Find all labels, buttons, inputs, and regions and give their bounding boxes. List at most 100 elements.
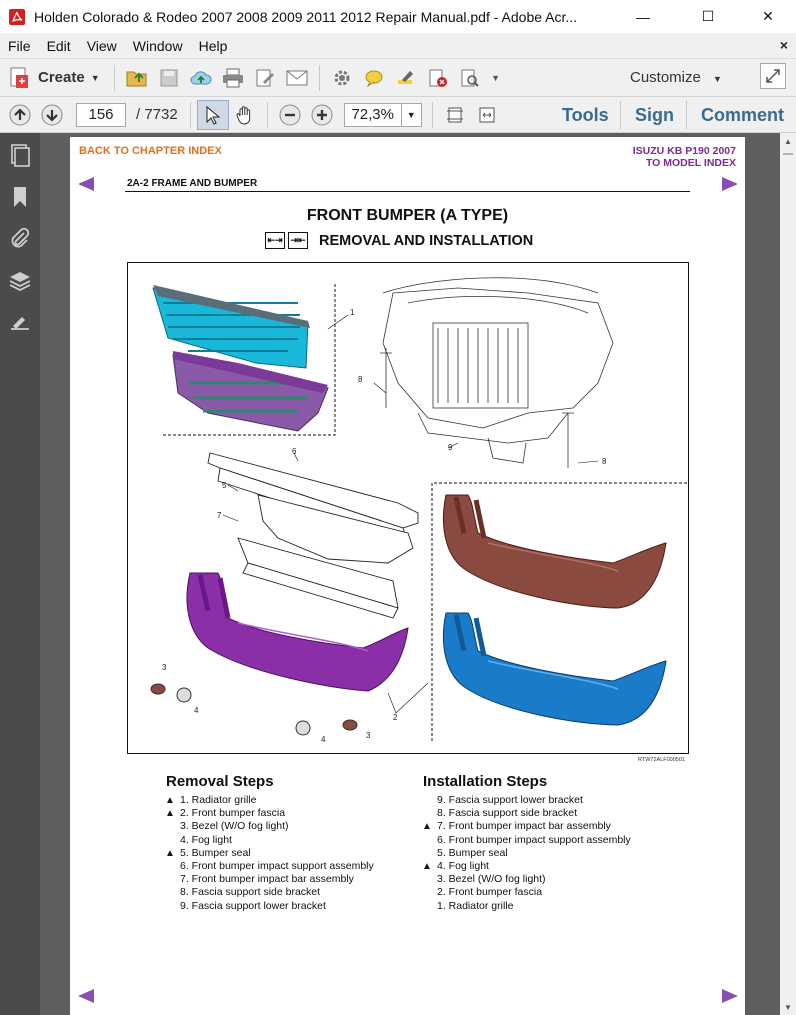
- fog-bezel-right: [342, 719, 358, 731]
- zoom-dropdown-button[interactable]: ▼: [401, 102, 422, 127]
- more-tools-icon[interactable]: ▼: [486, 63, 506, 93]
- edit-pdf-button[interactable]: [249, 63, 281, 93]
- main-toolbar: Create ▼ ▼ Customize ▼: [0, 59, 796, 97]
- pdf-page: BACK TO CHAPTER INDEX ISUZU KB P190 2007…: [70, 137, 745, 1015]
- remove-button[interactable]: [422, 63, 454, 93]
- page-number-input[interactable]: 156: [76, 102, 126, 127]
- hand-tool-button[interactable]: [229, 100, 261, 130]
- section-rule: [125, 191, 690, 192]
- page-subtitle-row: ⇤⇥ ⇥⇤ REMOVAL AND INSTALLATION: [265, 232, 533, 249]
- next-page-arrow-icon[interactable]: [722, 989, 738, 1003]
- list-item: 3. Bezel (W/O fog light): [437, 873, 546, 886]
- next-page-arrow-icon[interactable]: [722, 177, 738, 191]
- section-header: 2A-2 FRAME AND BUMPER: [127, 178, 258, 189]
- print-button[interactable]: [217, 63, 249, 93]
- menu-window[interactable]: Window: [125, 38, 191, 54]
- document-search-icon: [461, 69, 479, 87]
- document-remove-icon: [429, 69, 447, 87]
- toolbar-divider: [266, 101, 268, 128]
- toolbar-divider: [620, 101, 621, 129]
- removal-symbol-icon: ⇤⇥: [265, 232, 285, 249]
- printer-icon: [222, 68, 243, 87]
- model-index-link[interactable]: ISUZU KB P190 2007 TO MODEL INDEX: [633, 145, 736, 169]
- callout-4b: 4: [321, 735, 326, 744]
- save-disk-icon: [160, 69, 178, 86]
- model-name: ISUZU KB P190 2007: [632, 145, 736, 157]
- scroll-thumb[interactable]: [783, 153, 793, 155]
- front-bumper-fascia-brown: [442, 494, 667, 609]
- installation-symbol-icon: ⇥⇤: [288, 232, 308, 249]
- plus-circle-icon: [311, 104, 333, 125]
- list-item: 9. Fascia support lower bracket: [180, 899, 326, 912]
- menu-edit[interactable]: Edit: [39, 38, 79, 54]
- highlight-button[interactable]: [390, 63, 422, 93]
- menu-help[interactable]: Help: [191, 38, 236, 54]
- hand-icon: [236, 105, 250, 125]
- fit-page-button[interactable]: [439, 100, 471, 130]
- back-to-chapter-index-link[interactable]: BACK TO CHAPTER INDEX: [79, 145, 222, 157]
- open-button[interactable]: [121, 63, 153, 93]
- comment-button[interactable]: [358, 63, 390, 93]
- close-document-button[interactable]: ×: [780, 37, 788, 53]
- minus-circle-icon: [279, 104, 301, 125]
- list-item: ▲ 2. Front bumper fascia: [165, 807, 286, 820]
- zoom-out-button[interactable]: [274, 100, 306, 130]
- previous-page-button[interactable]: [4, 100, 36, 130]
- create-pdf-icon: [10, 67, 28, 88]
- tools-pane-button[interactable]: Tools: [562, 105, 609, 126]
- zoom-level-input[interactable]: 72,3%: [343, 102, 402, 127]
- callout-2: 2: [393, 713, 398, 722]
- page-subtitle: REMOVAL AND INSTALLATION: [319, 232, 534, 249]
- callout-3b: 3: [366, 731, 371, 740]
- callout-7: 7: [217, 511, 222, 520]
- save-button[interactable]: [153, 63, 185, 93]
- next-page-button[interactable]: [36, 100, 68, 130]
- bookmark-icon[interactable]: [8, 185, 32, 209]
- scroll-up-icon[interactable]: ▲: [780, 133, 796, 149]
- expand-button[interactable]: [760, 63, 786, 89]
- upload-cloud-button[interactable]: [185, 63, 217, 93]
- gear-icon: [334, 70, 350, 85]
- callout-8: 8: [358, 375, 363, 384]
- minimize-button[interactable]: —: [620, 0, 666, 33]
- page-thumbnails-icon[interactable]: [8, 143, 32, 167]
- create-button[interactable]: Create ▼: [8, 66, 100, 90]
- email-button[interactable]: [281, 63, 313, 93]
- settings-button[interactable]: [326, 63, 358, 93]
- search-doc-button[interactable]: [454, 63, 486, 93]
- edit-document-icon: [256, 69, 274, 86]
- maximize-button[interactable]: ☐: [685, 0, 731, 33]
- create-label: Create: [38, 69, 85, 86]
- acrobat-icon: [9, 8, 25, 25]
- list-item: ▲ 5. Bumper seal: [165, 846, 251, 859]
- navigation-toolbar: 156 / 7732 72,3% ▼: [0, 97, 796, 133]
- menu-file[interactable]: File: [0, 38, 39, 54]
- toolbar-divider: [686, 101, 687, 129]
- window-title: Holden Colorado & Rodeo 2007 2008 2009 2…: [34, 8, 578, 25]
- fog-light-left: [176, 687, 192, 703]
- expand-arrows-icon: [766, 69, 780, 83]
- list-item: ▲ 1. Radiator grille: [165, 794, 257, 806]
- chevron-down-icon: ▼: [713, 74, 722, 84]
- previous-page-arrow-icon[interactable]: [78, 177, 94, 191]
- comment-pane-button[interactable]: Comment: [701, 105, 784, 126]
- scroll-down-icon[interactable]: ▼: [780, 999, 796, 1015]
- fit-width-button[interactable]: [471, 100, 503, 130]
- select-tool-button[interactable]: [196, 99, 229, 130]
- customize-button[interactable]: Customize ▼: [630, 69, 722, 86]
- navigation-pane: [0, 133, 40, 1015]
- list-item: 4. Fog light: [180, 833, 232, 846]
- installation-heading: Installation Steps: [423, 773, 548, 790]
- zoom-in-button[interactable]: [306, 100, 338, 130]
- menu-view[interactable]: View: [79, 38, 125, 54]
- paperclip-icon[interactable]: [8, 227, 32, 251]
- close-window-button[interactable]: ✕: [745, 0, 791, 33]
- open-folder-icon: [126, 71, 147, 86]
- callout-4: 4: [194, 706, 199, 715]
- sign-pane-button[interactable]: Sign: [635, 105, 674, 126]
- previous-page-arrow-icon[interactable]: [78, 989, 94, 1003]
- signature-icon[interactable]: [8, 311, 32, 335]
- vertical-scrollbar[interactable]: ▲ ▼: [780, 133, 796, 1015]
- list-item: 5. Bumper seal: [437, 846, 508, 859]
- layers-icon[interactable]: [8, 269, 32, 293]
